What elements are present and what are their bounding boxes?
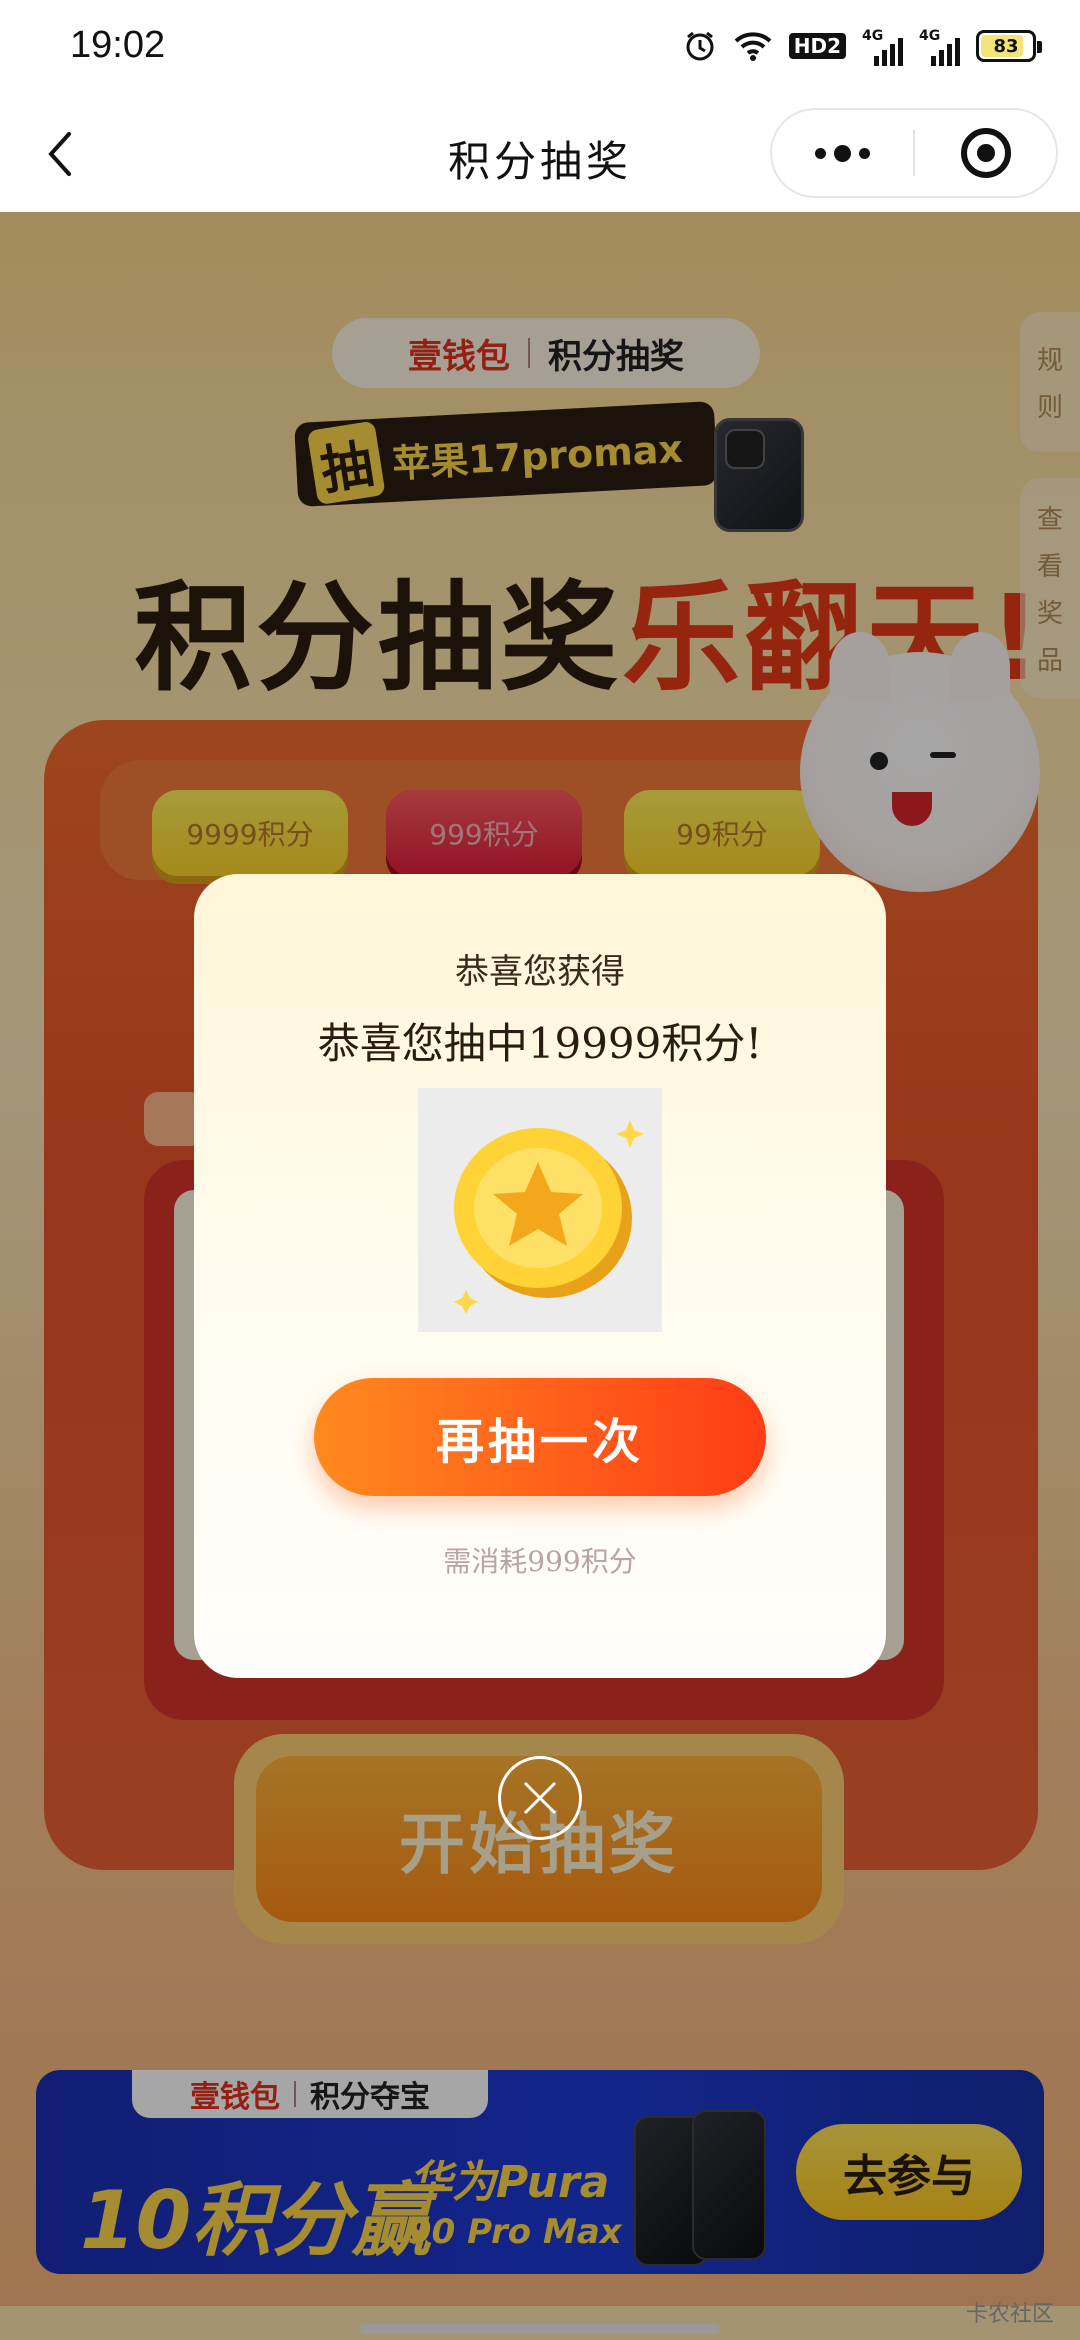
nav-bar: 积分抽奖 — [0, 96, 1080, 212]
more-button[interactable] — [772, 110, 913, 196]
signal-4g-icon-2: 4G — [919, 26, 960, 66]
battery-icon: 83 — [976, 30, 1042, 62]
status-icons: HD2 4G 4G 83 — [683, 26, 1042, 66]
target-icon — [960, 128, 1011, 178]
wifi-icon — [733, 26, 773, 66]
status-bar: 19:02 HD2 4G 4G 83 — [0, 0, 1080, 96]
watermark-text: 卡农社区 — [965, 2302, 1054, 2327]
signal-4g-icon: 4G — [862, 26, 903, 66]
prize-modal: 恭喜您获得 恭喜您抽中19999积分! 再抽一次 需消耗999积分 — [194, 874, 886, 1678]
status-time: 19:02 — [70, 24, 166, 66]
modal-close-button[interactable] — [498, 1756, 582, 1840]
modal-title: 恭喜您获得 — [455, 952, 625, 992]
screen: 19:02 HD2 4G 4G 83 积分抽奖 壹钱包 积分抽奖 抽 苹果17p… — [0, 0, 1080, 2340]
hd-icon: HD2 — [788, 26, 846, 66]
home-indicator[interactable] — [360, 2324, 720, 2334]
close-miniapp-button[interactable] — [915, 110, 1056, 196]
miniapp-capsule — [770, 108, 1058, 198]
draw-again-button[interactable]: 再抽一次 — [314, 1378, 766, 1496]
close-icon — [523, 1781, 557, 1815]
coin-icon — [418, 1088, 662, 1332]
cost-note: 需消耗999积分 — [443, 1545, 637, 1578]
modal-message: 恭喜您抽中19999积分! — [317, 1019, 763, 1068]
alarm-icon — [683, 26, 717, 66]
